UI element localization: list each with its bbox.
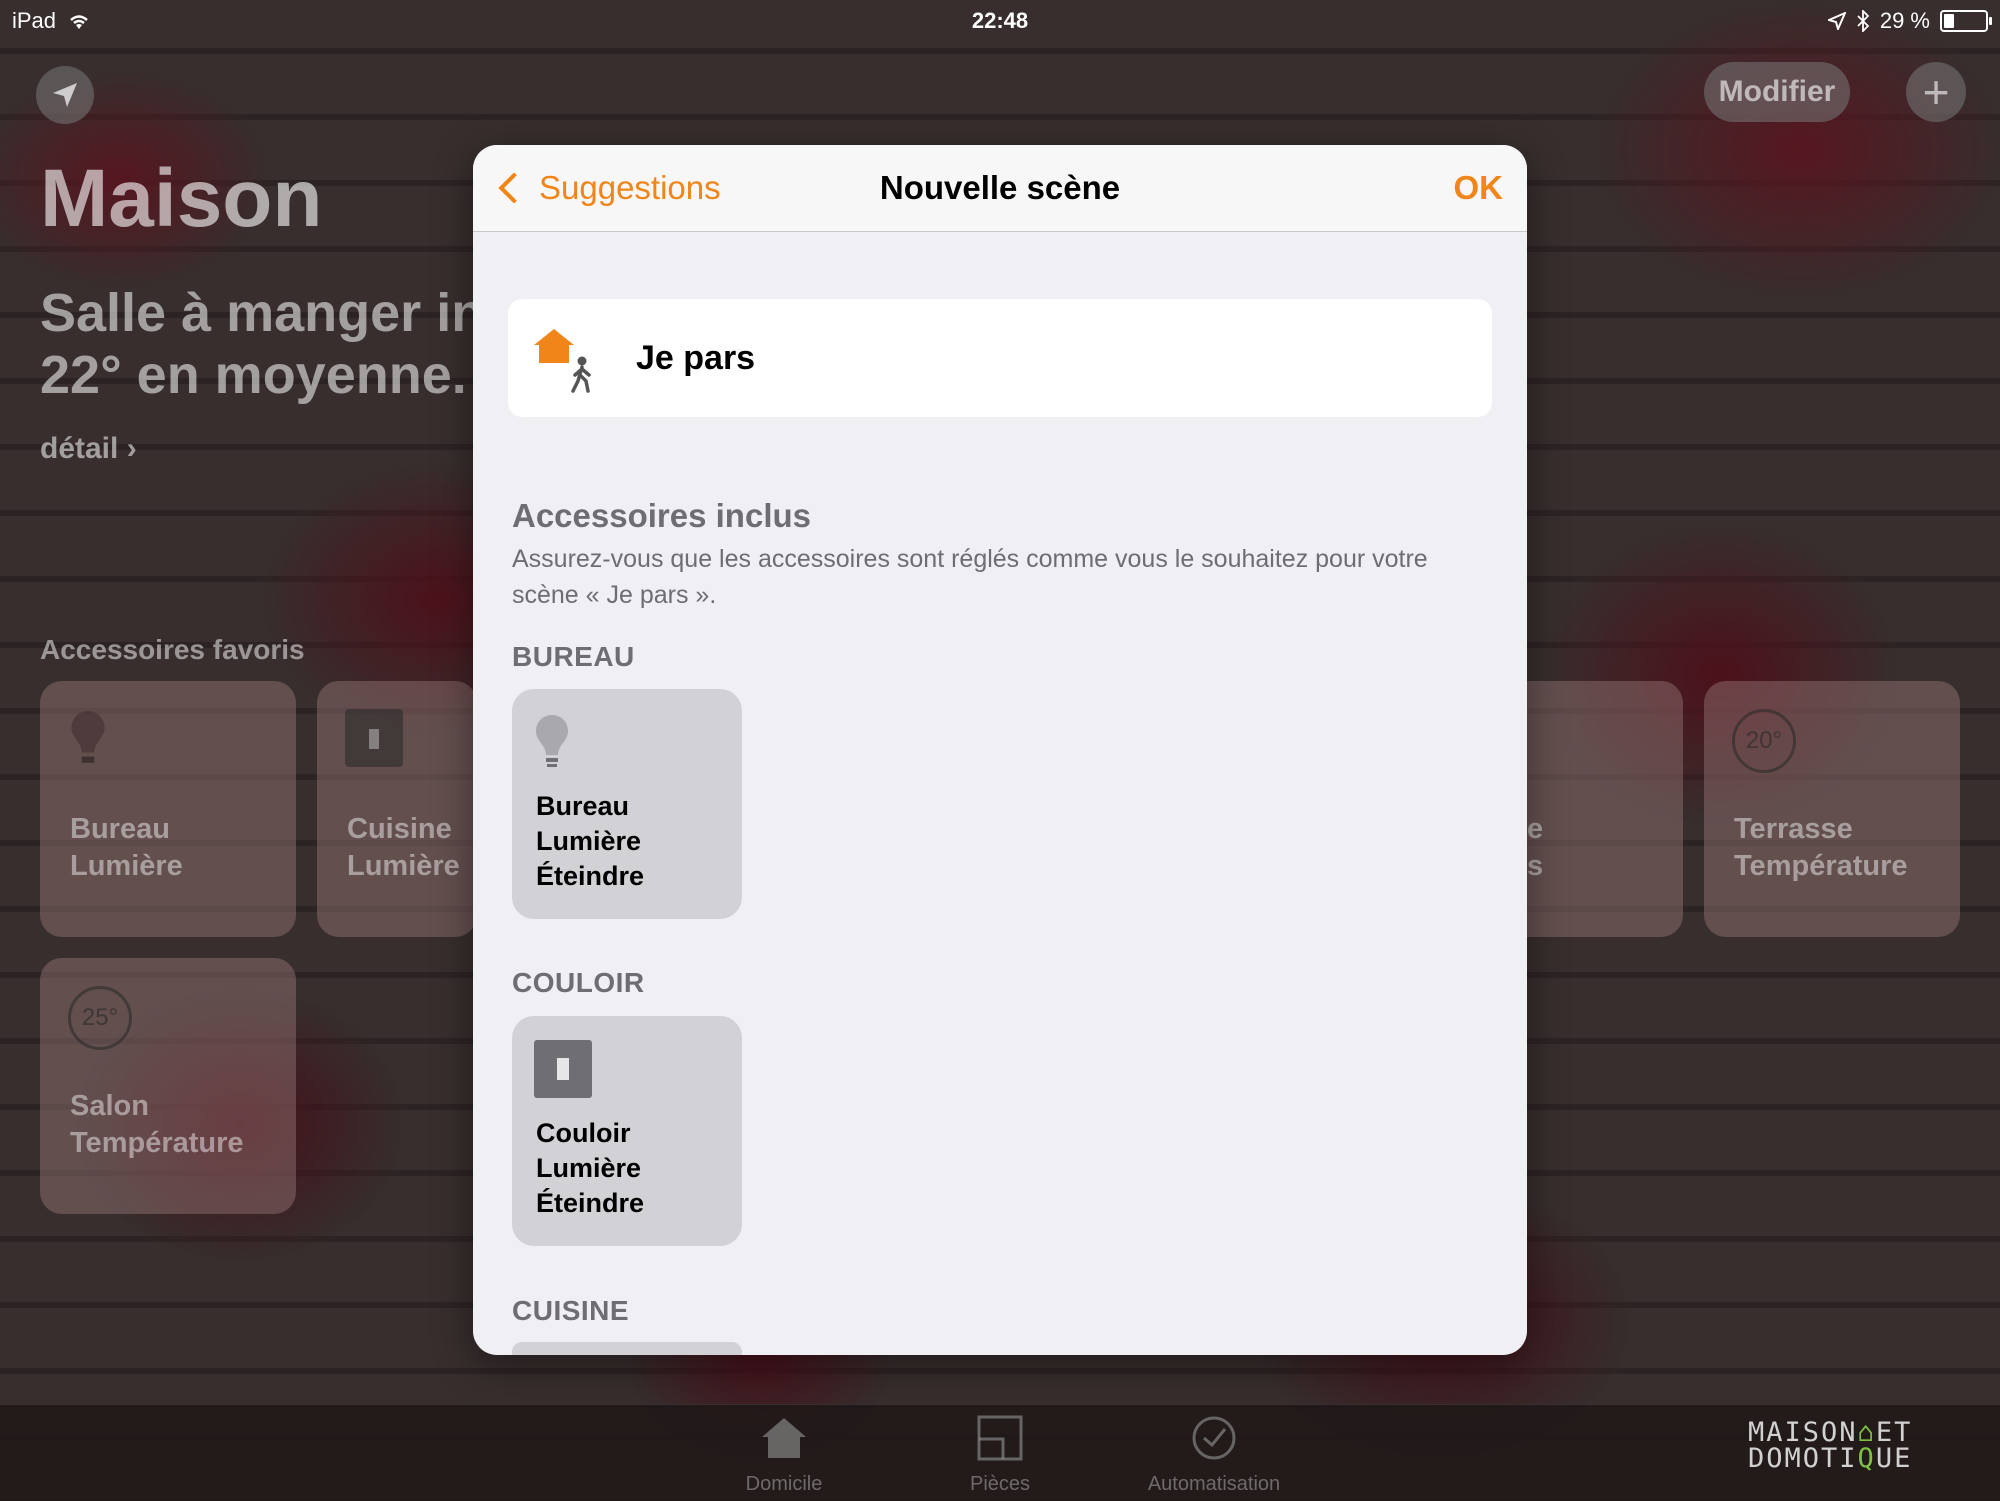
- chevron-left-icon: [498, 172, 530, 204]
- room-header-bureau: BUREAU: [512, 641, 635, 672]
- watermark-logo: MAISON⌂ET DOMOTIQUE: [1748, 1417, 1913, 1474]
- ok-button[interactable]: OK: [1454, 145, 1504, 231]
- scene-name-field[interactable]: Je pars: [508, 299, 1492, 417]
- accessory-tile-cuisine[interactable]: [512, 1342, 742, 1355]
- switch-icon: [534, 1040, 592, 1098]
- bulb-icon: [68, 709, 108, 774]
- home-title: Maison: [40, 153, 323, 244]
- favorite-tile-bureau-light[interactable]: Bureau Lumière: [40, 681, 296, 937]
- switch-icon: [345, 709, 403, 767]
- thermostat-icon: 20°: [1732, 709, 1796, 773]
- sheet-nav-bar: Suggestions Nouvelle scène OK: [473, 145, 1527, 232]
- rooms-icon: [977, 1415, 1023, 1461]
- accessory-tile-couloir-light[interactable]: Couloir Lumière Éteindre: [512, 1016, 742, 1246]
- favorite-tile-terrasse-temperature[interactable]: 20° Terrasse Température: [1704, 681, 1960, 937]
- modify-button[interactable]: Modifier: [1704, 62, 1850, 122]
- add-button[interactable]: +: [1906, 62, 1966, 122]
- house-icon: [762, 1418, 806, 1458]
- location-button[interactable]: [36, 66, 94, 124]
- tab-automatisation[interactable]: Automatisation: [1114, 1415, 1314, 1496]
- bulb-icon: [534, 713, 570, 776]
- new-scene-sheet: Suggestions Nouvelle scène OK Je pars Ac…: [473, 145, 1527, 1355]
- home-summary: Salle à manger in 22° en moyenne.: [40, 283, 485, 405]
- tab-domicile[interactable]: Domicile: [684, 1415, 884, 1496]
- room-header-couloir: COULOIR: [512, 967, 645, 998]
- back-button[interactable]: Suggestions: [495, 145, 721, 231]
- favorite-tile-cuisine-light[interactable]: Cuisine Lumière: [317, 681, 477, 937]
- favorites-title: Accessoires favoris: [40, 634, 305, 665]
- leaving-home-icon: [534, 329, 591, 393]
- tab-bar: Domicile Pièces Automatisation: [0, 1404, 2000, 1501]
- favorite-tile-partial[interactable]: es: [1527, 681, 1683, 937]
- section-title: Accessoires inclus: [512, 497, 811, 534]
- detail-link[interactable]: détail ›: [40, 432, 137, 466]
- scene-name: Je pars: [636, 339, 756, 377]
- room-header-cuisine: CUISINE: [512, 1295, 630, 1326]
- location-arrow-icon: [53, 83, 77, 107]
- accessory-tile-bureau-light[interactable]: Bureau Lumière Éteindre: [512, 689, 742, 919]
- tab-pieces[interactable]: Pièces: [900, 1415, 1100, 1496]
- clock-icon: [1192, 1416, 1236, 1460]
- section-description: Assurez-vous que les accessoires sont ré…: [512, 545, 1428, 609]
- thermostat-icon: 25°: [68, 986, 132, 1050]
- favorite-tile-salon-temperature[interactable]: 25° Salon Température: [40, 958, 296, 1214]
